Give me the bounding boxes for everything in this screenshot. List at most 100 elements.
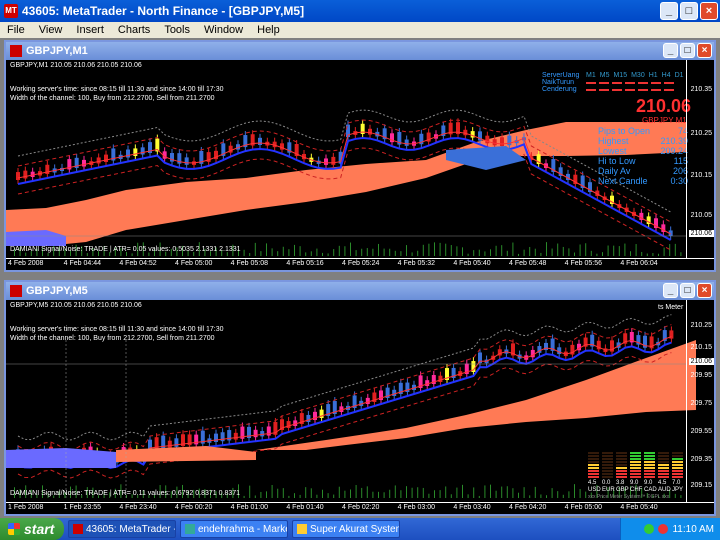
volume-bar	[411, 487, 413, 498]
close-button[interactable]: ×	[700, 2, 718, 20]
signal-bars	[586, 81, 674, 84]
taskbar-item-label: 43605: MetaTrader - ...	[86, 523, 175, 535]
meter-value: 4.5	[658, 480, 667, 486]
panel-row-label: NaikTurun	[542, 79, 575, 86]
meter-segment	[602, 464, 613, 466]
volume-bar	[400, 490, 402, 498]
chart-restore-button[interactable]: □	[680, 43, 695, 58]
candle-body	[167, 440, 172, 448]
damiani-indicator: DAMIANI Signal/Noise: TRADE | ATR= 0.11 …	[10, 490, 241, 497]
candle-body	[260, 431, 265, 437]
volume-bar	[534, 248, 536, 256]
candle-body	[140, 147, 145, 155]
volume-bar	[322, 489, 323, 498]
chart-close-button[interactable]: ×	[697, 43, 712, 58]
panel-row-label: Cenderung	[542, 86, 577, 93]
volume-bar	[344, 490, 346, 498]
meter-segment	[644, 458, 655, 460]
chart-window-m1[interactable]: GBPJPY,M1 _ □ × GBPJPY,M1 210.05 210.06 …	[4, 40, 716, 272]
panel-col-m5: M5	[599, 72, 610, 79]
meter-value: 4.5	[588, 480, 597, 486]
meter-segment	[616, 467, 627, 469]
x-tick: 4 Feb 01:00	[230, 504, 269, 511]
volume-bar	[355, 250, 357, 256]
candle-body	[214, 433, 218, 442]
candle-body	[557, 347, 562, 355]
volume-bar	[249, 485, 251, 498]
chart-minimize-button[interactable]: _	[663, 43, 678, 58]
taskbar-item-metatrader[interactable]: 43605: MetaTrader - ...	[68, 520, 176, 538]
stat-label: Next Candle	[598, 176, 648, 186]
volume-bar	[350, 489, 351, 498]
volume-bar	[288, 249, 290, 256]
meter-segment	[602, 467, 613, 469]
volume-bar	[288, 495, 290, 498]
menu-file[interactable]: File	[0, 24, 32, 36]
meter-segment	[588, 458, 599, 460]
minimize-button[interactable]: _	[660, 2, 678, 20]
volume-bar	[450, 245, 452, 256]
chart-title-bar-m5[interactable]: GBPJPY,M5 _ □ ×	[6, 282, 714, 300]
maximize-button[interactable]: □	[680, 2, 698, 20]
chart-title: GBPJPY,M1	[26, 45, 88, 57]
meter-segment	[672, 455, 683, 457]
y-tick: 210.25	[690, 322, 712, 329]
meter-segment	[588, 464, 599, 466]
menu-help[interactable]: Help	[250, 24, 287, 36]
taskbar-item-label: Super Akurat System	[310, 523, 400, 535]
candle-body	[174, 438, 179, 447]
title-bar[interactable]: MT 43605: MetaTrader - North Finance - […	[0, 0, 720, 22]
volume-bar	[607, 245, 609, 256]
menu-charts[interactable]: Charts	[111, 24, 157, 36]
price-chart-m1[interactable]: GBPJPY,M1 210.05 210.06 210.05 210.06 Wo…	[6, 60, 714, 270]
chart-minimize-button[interactable]: _	[663, 283, 678, 298]
stat-row: Next Candle 0:30	[598, 176, 688, 186]
chart-close-button[interactable]: ×	[697, 283, 712, 298]
volume-bar	[305, 252, 307, 256]
volume-bar	[518, 492, 519, 498]
volume-bar	[546, 242, 547, 256]
meter-segment	[616, 455, 627, 457]
y-tick: 209.35	[690, 456, 712, 463]
signal-panel: ServerUang M1 M5 M15 M30 H1 H4 D1 NaikTu…	[542, 72, 684, 93]
chart-restore-button[interactable]: □	[680, 283, 695, 298]
candle-body	[96, 157, 101, 164]
taskbar-item-folder[interactable]: Super Akurat System	[292, 520, 400, 538]
meter-title: ts Meter	[658, 304, 684, 311]
volume-bar	[299, 246, 301, 256]
meter-segment	[658, 458, 669, 460]
channel-width-info: Width of the channel: 100, Buy from 212.…	[10, 95, 215, 102]
taskbar-item-browser[interactable]: endehrahma - Market...	[180, 520, 288, 538]
meter-segment	[644, 473, 655, 475]
network-icon[interactable]	[644, 524, 655, 534]
volume-bar	[624, 243, 626, 256]
x-tick: 4 Feb 2008	[8, 260, 44, 267]
meter-segment	[630, 467, 641, 469]
volume-bar	[450, 494, 452, 498]
meter-segment	[588, 473, 599, 475]
volume-bar	[501, 486, 503, 498]
meter-segment	[672, 452, 683, 454]
windows-logo-icon	[8, 523, 20, 535]
x-tick: 4 Feb 03:00	[397, 504, 436, 511]
volume-bar	[249, 253, 251, 256]
volume-bar	[663, 247, 665, 256]
start-button[interactable]: start	[0, 518, 64, 540]
price-chart-m5[interactable]: GBPJPY,M5 210.05 210.06 210.05 210.06 Wo…	[6, 300, 714, 514]
menu-window[interactable]: Window	[197, 24, 250, 36]
antivirus-icon[interactable]	[658, 524, 669, 534]
candle-body	[324, 158, 328, 165]
volume-bar	[310, 251, 312, 256]
server-time-info: Working server's time: since 08:15 till …	[10, 86, 224, 93]
chart-window-m5[interactable]: GBPJPY,M5 _ □ × GBPJPY,M5 210.05 210.06 …	[4, 280, 716, 516]
volume-bar	[417, 250, 419, 256]
volume-bar	[422, 244, 424, 256]
menu-tools[interactable]: Tools	[157, 24, 197, 36]
volume-bar	[282, 488, 284, 498]
x-tick: 4 Feb 02:20	[342, 504, 380, 511]
meter-segment	[658, 455, 669, 457]
menu-insert[interactable]: Insert	[69, 24, 111, 36]
volume-bar	[523, 249, 525, 256]
chart-title-bar-m1[interactable]: GBPJPY,M1 _ □ ×	[6, 42, 714, 60]
menu-view[interactable]: View	[32, 24, 70, 36]
